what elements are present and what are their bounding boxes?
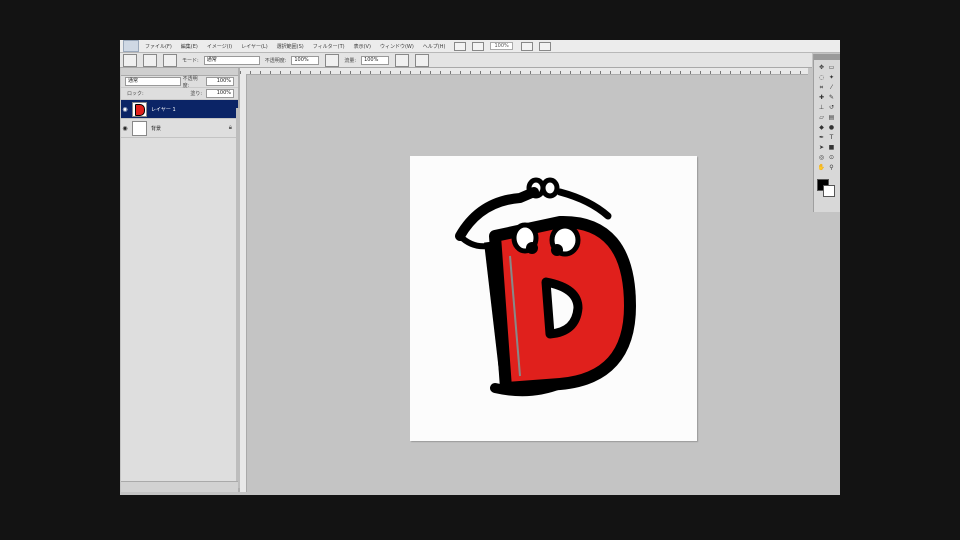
airbrush-icon[interactable] xyxy=(395,53,410,67)
layer-name: 背景 xyxy=(151,125,162,132)
dodge-icon[interactable]: ● xyxy=(827,124,836,132)
fill-label: 塗り: xyxy=(190,91,202,97)
arrange-icon[interactable] xyxy=(520,41,533,51)
blend-mode-select[interactable]: 通常 xyxy=(125,77,181,86)
menu-filter[interactable]: フィルター(T) xyxy=(313,43,345,50)
mode-label: モード: xyxy=(182,57,199,64)
flow-label: 流量: xyxy=(344,57,357,64)
hand-icon[interactable]: ✋ xyxy=(817,164,826,172)
eyedropper-icon[interactable]: ⁄ xyxy=(827,84,836,92)
tools-panel: ✥ ▭ ◌ ✦ ⌗ ⁄ ✚ ✎ ⊥ ↺ ▱ ▤ ◆ ● ✒ T ➤ ■ ◎ ⊙ … xyxy=(813,54,840,212)
pressure-opacity-icon[interactable] xyxy=(325,53,340,67)
flow-field[interactable]: 100% xyxy=(361,55,390,65)
background-color-swatch[interactable] xyxy=(823,185,835,197)
layer-thumbnail xyxy=(132,101,147,117)
menu-view[interactable]: 表示(V) xyxy=(354,43,371,50)
menu-file[interactable]: ファイル(F) xyxy=(145,43,172,50)
blur-icon[interactable]: ◆ xyxy=(817,124,826,132)
crop-icon[interactable]: ⌗ xyxy=(817,84,826,92)
menu-select[interactable]: 選択範囲(S) xyxy=(277,43,304,50)
zoom-icon[interactable]: ⚲ xyxy=(827,164,836,172)
menu-layer[interactable]: レイヤー(L) xyxy=(241,43,268,50)
layer-opacity-field[interactable]: 100% xyxy=(206,77,234,86)
menu-bar: ファイル(F) 編集(E) イメージ(I) レイヤー(L) 選択範囲(S) フィ… xyxy=(120,40,840,53)
blend-row: 通常 不透明度: 100% xyxy=(121,75,238,89)
pressure-size-icon[interactable] xyxy=(415,53,430,67)
brush-size-icon[interactable] xyxy=(143,53,157,67)
screen-mode-icon[interactable] xyxy=(538,41,551,51)
stamp-icon[interactable]: ⊥ xyxy=(817,104,826,112)
options-bar: モード: 通常 不透明度: 100% 流量: 100% xyxy=(120,53,812,68)
layer-thumbnail xyxy=(132,120,147,136)
toggle-brush-panel-icon[interactable] xyxy=(163,53,177,67)
3d-rotate-icon[interactable]: ◎ xyxy=(817,154,826,162)
menu-window[interactable]: ウィンドウ(W) xyxy=(380,43,414,50)
shape-icon[interactable]: ■ xyxy=(827,144,836,152)
magic-wand-icon[interactable]: ✦ xyxy=(827,74,836,82)
mode-select[interactable]: 通常 xyxy=(203,55,260,65)
eye-icon[interactable]: ◉ xyxy=(121,106,129,113)
lock-label: ロック: xyxy=(127,91,144,97)
path-select-icon[interactable]: ➤ xyxy=(817,144,826,152)
opacity-label: 不透明度: xyxy=(264,57,287,64)
panel-footer-buttons[interactable] xyxy=(121,481,238,492)
panel-tabs[interactable] xyxy=(121,68,238,76)
history-brush-icon[interactable]: ↺ xyxy=(827,104,836,112)
healing-icon[interactable]: ✚ xyxy=(817,94,826,102)
type-icon[interactable]: T xyxy=(827,134,836,142)
lock-icon: 🔒︎ xyxy=(228,124,232,131)
vertical-ruler xyxy=(240,74,247,492)
zoom-level[interactable]: 100% xyxy=(490,42,513,50)
menu-edit[interactable]: 編集(E) xyxy=(181,43,198,50)
3d-orbit-icon[interactable]: ⊙ xyxy=(827,154,836,162)
guides-icon[interactable] xyxy=(472,41,485,51)
fill-field[interactable]: 100% xyxy=(206,89,234,98)
bridge-icon[interactable] xyxy=(454,41,467,51)
layer-row-background[interactable]: ◉ 背景 🔒︎ xyxy=(121,119,238,138)
marquee-icon[interactable]: ▭ xyxy=(827,64,836,72)
menu-help[interactable]: ヘルプ(H) xyxy=(423,43,446,50)
app-logo xyxy=(123,40,139,52)
layers-panel: 通常 不透明度: 100% ロック: 塗り: 100% ◉ レイヤー 1 ◉ 背… xyxy=(121,68,240,492)
layer-row-layer1[interactable]: ◉ レイヤー 1 xyxy=(121,100,238,119)
pen-icon[interactable]: ✒ xyxy=(817,134,826,142)
menu-image[interactable]: イメージ(I) xyxy=(207,43,232,50)
tools-panel-header[interactable] xyxy=(814,54,840,60)
letter-d-drawing xyxy=(455,177,636,397)
lasso-icon[interactable]: ◌ xyxy=(817,74,826,82)
layer-opacity-label: 不透明度: xyxy=(182,75,198,89)
document-canvas[interactable] xyxy=(410,156,697,441)
gradient-icon[interactable]: ▤ xyxy=(827,114,836,122)
brush-preset-icon[interactable] xyxy=(123,53,137,67)
eye-icon[interactable]: ◉ xyxy=(121,125,129,132)
photoshop-window: ファイル(F) 編集(E) イメージ(I) レイヤー(L) 選択範囲(S) フィ… xyxy=(120,40,840,495)
eraser-icon[interactable]: ▱ xyxy=(817,114,826,122)
layer-name: レイヤー 1 xyxy=(151,106,176,113)
brush-icon[interactable]: ✎ xyxy=(827,94,836,102)
opacity-field[interactable]: 100% xyxy=(291,55,320,65)
lock-row: ロック: 塗り: 100% xyxy=(121,88,238,100)
move-icon[interactable]: ✥ xyxy=(817,64,826,72)
horizontal-ruler xyxy=(240,68,808,75)
